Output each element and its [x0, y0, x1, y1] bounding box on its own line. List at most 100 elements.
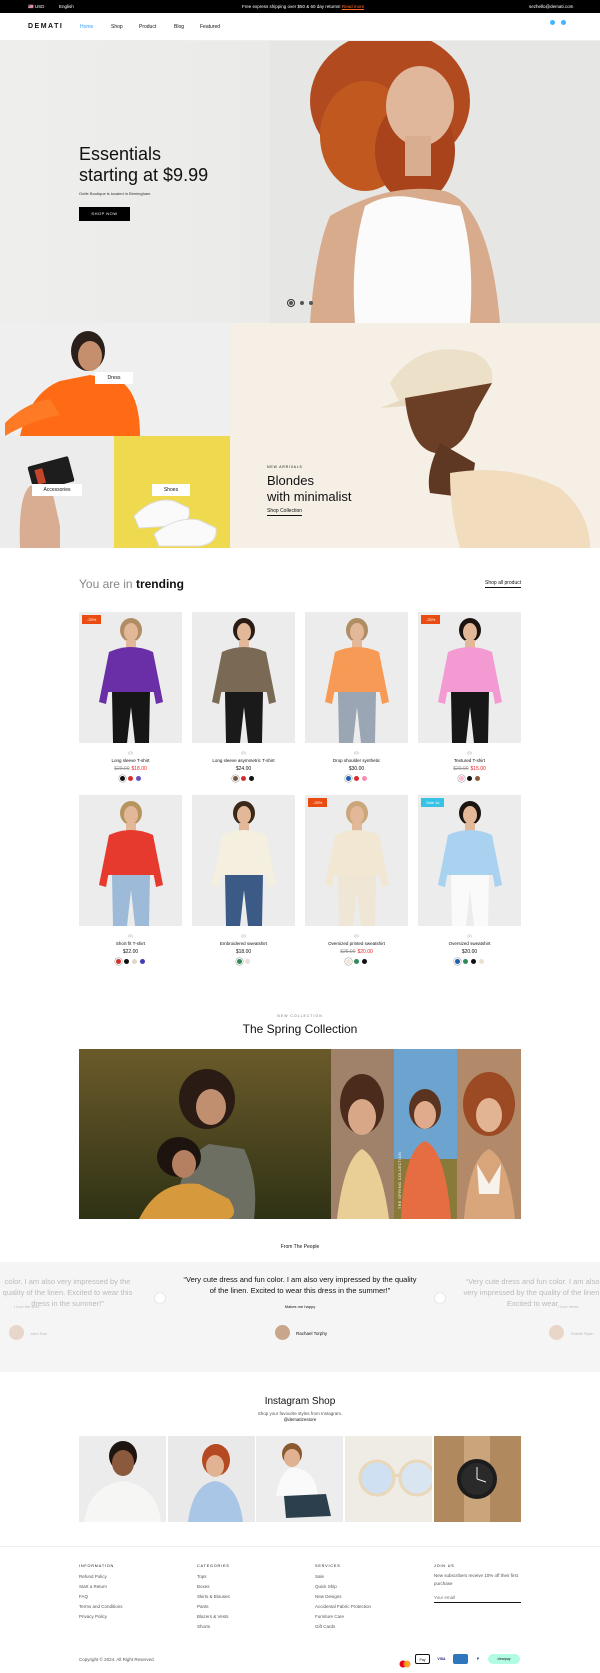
- product-image[interactable]: [305, 795, 408, 926]
- shop-collection-link[interactable]: Shop Collection: [267, 508, 303, 516]
- footer-link[interactable]: New Designs: [315, 1594, 342, 1599]
- color-swatch[interactable]: [346, 776, 351, 781]
- product-name[interactable]: Drop shoulder synthetic: [305, 758, 408, 763]
- product-name[interactable]: Embroidered sweatshirt: [192, 941, 295, 946]
- color-swatch[interactable]: [249, 776, 254, 781]
- footer-link[interactable]: Sale: [315, 1574, 324, 1579]
- footer-link[interactable]: Pants: [197, 1604, 209, 1609]
- product-image[interactable]: [192, 612, 295, 743]
- product-name[interactable]: Short fit T-shirt: [79, 941, 182, 946]
- carousel-next-button[interactable]: [435, 1293, 445, 1303]
- shoes-category-label[interactable]: Shoes: [152, 484, 190, 496]
- color-swatch[interactable]: [136, 776, 141, 781]
- slide-dot[interactable]: [309, 301, 313, 305]
- discount-badge: -25%: [308, 798, 328, 807]
- product-rating: (0): [128, 751, 133, 755]
- footer-link[interactable]: FAQ: [79, 1594, 88, 1599]
- product-image[interactable]: [418, 612, 521, 743]
- currency-selector[interactable]: 🇺🇸 USD: [28, 4, 44, 10]
- product-image[interactable]: [192, 795, 295, 926]
- color-swatch[interactable]: [245, 959, 250, 964]
- product-old-price: $20.00: [453, 766, 469, 772]
- footer-link[interactable]: Accidental Fabric Protection: [315, 1604, 371, 1609]
- shop-all-product-link[interactable]: Shop all product: [485, 580, 522, 588]
- product-price: $20.00: [418, 949, 521, 955]
- currency-label: USD: [34, 4, 45, 9]
- newsletter-email-input[interactable]: [434, 1593, 521, 1603]
- shop-now-button[interactable]: SHOP NOW: [79, 207, 130, 221]
- footer-link[interactable]: Furniture Care: [315, 1614, 344, 1619]
- product-name[interactable]: Textured T-shirt: [418, 758, 521, 763]
- product-name[interactable]: Long sleeve asymmetric T-shirt: [192, 758, 295, 763]
- nav-link-product[interactable]: Product: [139, 24, 156, 30]
- product-name[interactable]: Long sleeve T-shirt: [79, 758, 182, 763]
- footer-link[interactable]: Refund Policy: [79, 1574, 107, 1579]
- color-swatch[interactable]: [471, 959, 476, 964]
- color-swatch[interactable]: [455, 959, 460, 964]
- product-name[interactable]: Oversized sweatshirt: [418, 941, 521, 946]
- product-image[interactable]: [79, 612, 182, 743]
- instagram-post-5[interactable]: [434, 1436, 521, 1522]
- color-swatch[interactable]: [120, 776, 125, 781]
- product-image[interactable]: [305, 612, 408, 743]
- footer-link[interactable]: Skirts & Blouses: [197, 1594, 230, 1599]
- nav-link-shop[interactable]: Shop: [111, 24, 123, 30]
- spring-collection-gallery[interactable]: THE SPRING COLLECTION: [79, 1049, 521, 1219]
- color-swatch[interactable]: [241, 776, 246, 781]
- language-selector[interactable]: English: [59, 4, 74, 9]
- footer: INFORMATION Refund Policy Start a Return FA…: [0, 1546, 600, 1669]
- logo[interactable]: DEMATI: [28, 23, 63, 30]
- slide-dot[interactable]: [300, 301, 304, 305]
- footer-link[interactable]: Terms and Conditions: [79, 1604, 123, 1609]
- nav-link-featured[interactable]: Featured: [200, 24, 220, 30]
- color-swatch[interactable]: [463, 959, 468, 964]
- color-swatch[interactable]: [362, 959, 367, 964]
- footer-link[interactable]: Start a Return: [79, 1584, 107, 1589]
- color-swatch[interactable]: [354, 776, 359, 781]
- cart-icon[interactable]: [561, 20, 566, 25]
- nav-link-home[interactable]: Home: [80, 24, 93, 30]
- instagram-post-2[interactable]: [168, 1436, 255, 1522]
- testimonial-author-next: Estelle Ryan: [571, 1331, 594, 1336]
- footer-link[interactable]: Tops: [197, 1574, 207, 1579]
- carousel-prev-button[interactable]: [155, 1293, 165, 1303]
- color-swatch[interactable]: [140, 959, 145, 964]
- instagram-post-4[interactable]: [345, 1436, 432, 1522]
- color-swatch[interactable]: [459, 776, 464, 781]
- color-swatch[interactable]: [237, 959, 242, 964]
- promo-read-more-link[interactable]: Read more: [342, 4, 364, 9]
- product-image[interactable]: [418, 795, 521, 926]
- footer-link[interactable]: Privacy Policy: [79, 1614, 107, 1619]
- product-old-price: $20.00: [114, 766, 130, 772]
- color-swatch[interactable]: [116, 959, 121, 964]
- search-icon[interactable]: [550, 20, 555, 25]
- color-swatch[interactable]: [128, 776, 133, 781]
- footer-link[interactable]: Blazers & Vests: [197, 1614, 229, 1619]
- product-price: $30.00: [305, 766, 408, 772]
- footer-link[interactable]: Boxes: [197, 1584, 210, 1589]
- product-image[interactable]: [79, 795, 182, 926]
- instagram-post-3[interactable]: [256, 1436, 343, 1522]
- footer-link[interactable]: Quick Ship: [315, 1584, 337, 1589]
- color-swatch[interactable]: [475, 776, 480, 781]
- color-swatch[interactable]: [479, 959, 484, 964]
- dress-category-label[interactable]: Dress: [95, 372, 133, 384]
- accessories-category-label[interactable]: Accessories: [32, 484, 82, 496]
- color-swatch[interactable]: [233, 776, 238, 781]
- product-current-price: $22.00: [122, 949, 139, 955]
- product-name[interactable]: Oversized printed sweatshirt: [305, 941, 408, 946]
- color-swatch[interactable]: [346, 959, 351, 964]
- instagram-handle[interactable]: @dematizestore: [0, 1417, 600, 1422]
- contact-email[interactable]: sezhello@demati.com: [529, 4, 573, 9]
- color-swatch[interactable]: [124, 959, 129, 964]
- color-swatch[interactable]: [354, 959, 359, 964]
- color-swatch[interactable]: [132, 959, 137, 964]
- color-swatch[interactable]: [362, 776, 367, 781]
- instagram-post-1[interactable]: [79, 1436, 166, 1522]
- footer-link[interactable]: Shorts: [197, 1624, 210, 1629]
- nav-link-blog[interactable]: Blog: [174, 24, 184, 30]
- discount-badge: Sale 1s: [421, 798, 445, 807]
- footer-link[interactable]: Gift Cards: [315, 1624, 335, 1629]
- color-swatch[interactable]: [467, 776, 472, 781]
- instagram-title: Instagram Shop: [264, 1396, 336, 1407]
